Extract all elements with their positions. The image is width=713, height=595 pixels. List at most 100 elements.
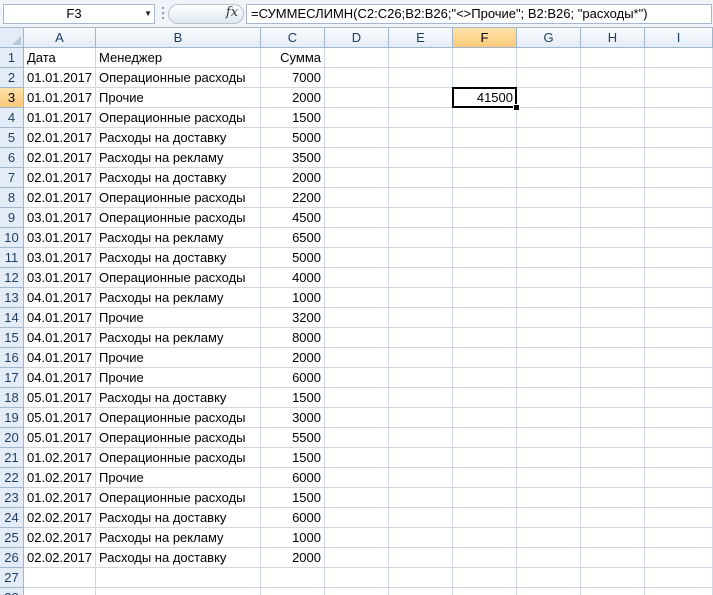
formula-input[interactable]: =СУММЕСЛИМН(C2:C26;B2:B26;"<>Прочие"; B2… bbox=[246, 4, 712, 24]
cell-g8[interactable] bbox=[517, 188, 581, 208]
cell-i13[interactable] bbox=[645, 288, 713, 308]
cell-f18[interactable] bbox=[453, 388, 517, 408]
resize-handle-icon[interactable] bbox=[160, 4, 166, 24]
cell-f17[interactable] bbox=[453, 368, 517, 388]
cell-h21[interactable] bbox=[581, 448, 645, 468]
cell-e22[interactable] bbox=[389, 468, 453, 488]
cell-f11[interactable] bbox=[453, 248, 517, 268]
cell-a4[interactable]: 01.01.2017 bbox=[24, 108, 96, 128]
row-header-14[interactable]: 14 bbox=[0, 308, 24, 328]
row-header-26[interactable]: 26 bbox=[0, 548, 24, 568]
cell-d17[interactable] bbox=[325, 368, 389, 388]
cell-h12[interactable] bbox=[581, 268, 645, 288]
cell-d15[interactable] bbox=[325, 328, 389, 348]
cell-i4[interactable] bbox=[645, 108, 713, 128]
cell-b1[interactable]: Менеджер bbox=[96, 48, 261, 68]
cell-b20[interactable]: Операционные расходы bbox=[96, 428, 261, 448]
cell-a14[interactable]: 04.01.2017 bbox=[24, 308, 96, 328]
cell-f13[interactable] bbox=[453, 288, 517, 308]
row-header-5[interactable]: 5 bbox=[0, 128, 24, 148]
cell-h25[interactable] bbox=[581, 528, 645, 548]
cell-g25[interactable] bbox=[517, 528, 581, 548]
cell-a6[interactable]: 02.01.2017 bbox=[24, 148, 96, 168]
cell-a26[interactable]: 02.02.2017 bbox=[24, 548, 96, 568]
cell-d27[interactable] bbox=[325, 568, 389, 588]
cell-c1[interactable]: Сумма bbox=[261, 48, 325, 68]
cell-f5[interactable] bbox=[453, 128, 517, 148]
row-header-18[interactable]: 18 bbox=[0, 388, 24, 408]
cell-d4[interactable] bbox=[325, 108, 389, 128]
cell-b17[interactable]: Прочие bbox=[96, 368, 261, 388]
cell-b21[interactable]: Операционные расходы bbox=[96, 448, 261, 468]
cell-e1[interactable] bbox=[389, 48, 453, 68]
cell-e23[interactable] bbox=[389, 488, 453, 508]
cell-c24[interactable]: 6000 bbox=[261, 508, 325, 528]
cell-a19[interactable]: 05.01.2017 bbox=[24, 408, 96, 428]
cell-e18[interactable] bbox=[389, 388, 453, 408]
cell-f25[interactable] bbox=[453, 528, 517, 548]
cell-e13[interactable] bbox=[389, 288, 453, 308]
cell-f16[interactable] bbox=[453, 348, 517, 368]
cell-g7[interactable] bbox=[517, 168, 581, 188]
cell-g16[interactable] bbox=[517, 348, 581, 368]
cell-i23[interactable] bbox=[645, 488, 713, 508]
cell-h23[interactable] bbox=[581, 488, 645, 508]
cell-c19[interactable]: 3000 bbox=[261, 408, 325, 428]
cell-c8[interactable]: 2200 bbox=[261, 188, 325, 208]
cell-a3[interactable]: 01.01.2017 bbox=[24, 88, 96, 108]
cell-g15[interactable] bbox=[517, 328, 581, 348]
cell-c23[interactable]: 1500 bbox=[261, 488, 325, 508]
cell-i1[interactable] bbox=[645, 48, 713, 68]
cell-e21[interactable] bbox=[389, 448, 453, 468]
cell-g4[interactable] bbox=[517, 108, 581, 128]
cell-e12[interactable] bbox=[389, 268, 453, 288]
cell-h9[interactable] bbox=[581, 208, 645, 228]
cell-e25[interactable] bbox=[389, 528, 453, 548]
cell-g17[interactable] bbox=[517, 368, 581, 388]
cell-g6[interactable] bbox=[517, 148, 581, 168]
cell-g28[interactable] bbox=[517, 588, 581, 595]
cell-b9[interactable]: Операционные расходы bbox=[96, 208, 261, 228]
cell-h27[interactable] bbox=[581, 568, 645, 588]
cell-i7[interactable] bbox=[645, 168, 713, 188]
cell-f14[interactable] bbox=[453, 308, 517, 328]
cell-d21[interactable] bbox=[325, 448, 389, 468]
cell-a23[interactable]: 01.02.2017 bbox=[24, 488, 96, 508]
cell-d5[interactable] bbox=[325, 128, 389, 148]
cell-f6[interactable] bbox=[453, 148, 517, 168]
cell-e17[interactable] bbox=[389, 368, 453, 388]
cell-a13[interactable]: 04.01.2017 bbox=[24, 288, 96, 308]
cell-f8[interactable] bbox=[453, 188, 517, 208]
cell-h4[interactable] bbox=[581, 108, 645, 128]
cell-f4[interactable] bbox=[453, 108, 517, 128]
cell-e14[interactable] bbox=[389, 308, 453, 328]
cell-g10[interactable] bbox=[517, 228, 581, 248]
cell-h18[interactable] bbox=[581, 388, 645, 408]
cell-h2[interactable] bbox=[581, 68, 645, 88]
cell-e9[interactable] bbox=[389, 208, 453, 228]
cell-c13[interactable]: 1000 bbox=[261, 288, 325, 308]
row-header-12[interactable]: 12 bbox=[0, 268, 24, 288]
cell-i12[interactable] bbox=[645, 268, 713, 288]
cell-g1[interactable] bbox=[517, 48, 581, 68]
cell-c2[interactable]: 7000 bbox=[261, 68, 325, 88]
cell-d11[interactable] bbox=[325, 248, 389, 268]
cell-d16[interactable] bbox=[325, 348, 389, 368]
row-header-28[interactable]: 28 bbox=[0, 588, 24, 595]
cell-b4[interactable]: Операционные расходы bbox=[96, 108, 261, 128]
cell-b8[interactable]: Операционные расходы bbox=[96, 188, 261, 208]
cell-a7[interactable]: 02.01.2017 bbox=[24, 168, 96, 188]
row-header-13[interactable]: 13 bbox=[0, 288, 24, 308]
cell-e10[interactable] bbox=[389, 228, 453, 248]
cell-g11[interactable] bbox=[517, 248, 581, 268]
cell-h7[interactable] bbox=[581, 168, 645, 188]
cell-d28[interactable] bbox=[325, 588, 389, 595]
cell-i26[interactable] bbox=[645, 548, 713, 568]
cell-f3[interactable]: 41500 bbox=[453, 88, 517, 108]
fill-handle[interactable] bbox=[513, 104, 520, 111]
cell-b5[interactable]: Расходы на доставку bbox=[96, 128, 261, 148]
cell-b6[interactable]: Расходы на рекламу bbox=[96, 148, 261, 168]
column-header-a[interactable]: A bbox=[24, 28, 96, 48]
cell-c14[interactable]: 3200 bbox=[261, 308, 325, 328]
cell-a9[interactable]: 03.01.2017 bbox=[24, 208, 96, 228]
